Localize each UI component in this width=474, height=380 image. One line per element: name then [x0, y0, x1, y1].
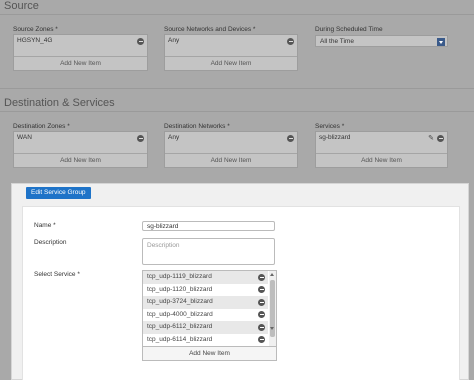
scroll-up-arrow-icon[interactable]	[270, 272, 275, 277]
service-name: tcp_udp-4000_blizzard	[147, 310, 213, 318]
list-item[interactable]: tcp_udp-1120_blizzard	[143, 284, 268, 297]
edit-service-group-tab[interactable]: Edit Service Group	[26, 187, 91, 199]
service-group-form: Name * sg-blizzard Description Descripti…	[22, 206, 460, 380]
add-new-item-button[interactable]: Add New Item	[316, 153, 447, 167]
list-item[interactable]: tcp_udp-6112_blizzard	[143, 321, 268, 334]
section-divider	[0, 88, 474, 89]
pencil-icon[interactable]: ✎	[428, 134, 434, 142]
scrollbar[interactable]	[269, 271, 276, 346]
destination-section-title: Destination & Services	[4, 97, 115, 109]
services-list[interactable]: sg-blizzard ✎ Add New Item	[315, 131, 448, 168]
remove-icon[interactable]	[258, 286, 265, 293]
remove-icon[interactable]	[137, 135, 144, 142]
description-label: Description	[34, 239, 67, 246]
service-name: tcp_udp-1120_blizzard	[147, 285, 213, 293]
remove-icon[interactable]	[287, 38, 294, 45]
remove-icon[interactable]	[258, 336, 265, 343]
list-item: sg-blizzard	[319, 134, 351, 141]
remove-icon[interactable]	[258, 298, 265, 306]
schedule-label: During Scheduled Time	[315, 26, 383, 33]
service-name: tcp_udp-6114_blizzard	[147, 335, 213, 343]
remove-icon[interactable]	[287, 135, 294, 142]
add-new-item-button[interactable]: Add New Item	[143, 346, 276, 360]
remove-icon[interactable]	[258, 311, 265, 318]
services-label: Services *	[315, 123, 345, 130]
source-networks-list[interactable]: Any Add New Item	[164, 34, 298, 71]
select-service-label: Select Service *	[34, 271, 80, 278]
remove-icon[interactable]	[437, 135, 444, 142]
schedule-value: All the Time	[320, 38, 354, 45]
list-item: Any	[168, 134, 180, 141]
list-item: HGSYN_4G	[17, 37, 53, 44]
list-item[interactable]: tcp_udp-6114_blizzard	[143, 334, 268, 347]
source-networks-label: Source Networks and Devices *	[164, 26, 256, 33]
section-divider	[0, 111, 474, 112]
remove-icon[interactable]	[258, 273, 265, 281]
add-new-item-button[interactable]: Add New Item	[14, 153, 147, 167]
remove-icon[interactable]	[258, 323, 265, 331]
section-divider	[0, 14, 474, 15]
remove-icon[interactable]	[137, 38, 144, 45]
description-input[interactable]: Description	[142, 238, 275, 265]
add-new-item-button[interactable]: Add New Item	[165, 56, 297, 70]
add-new-item-button[interactable]: Add New Item	[165, 153, 297, 167]
edit-service-group-dialog: Edit Service Group Name * sg-blizzard De…	[11, 183, 469, 380]
source-zones-label: Source Zones *	[13, 26, 58, 33]
list-item: Any	[168, 37, 180, 44]
add-new-item-button[interactable]: Add New Item	[14, 56, 147, 70]
list-item[interactable]: tcp_udp-4000_blizzard	[143, 309, 268, 322]
service-name: tcp_udp-3724_blizzard	[147, 298, 213, 305]
destination-zones-list[interactable]: WAN Add New Item	[13, 131, 148, 168]
destination-networks-list[interactable]: Any Add New Item	[164, 131, 298, 168]
name-label: Name *	[34, 222, 56, 229]
destination-zones-label: Destination Zones *	[13, 123, 70, 130]
name-input[interactable]: sg-blizzard	[142, 221, 275, 231]
list-item: WAN	[17, 134, 32, 141]
list-item[interactable]: tcp_udp-1119_blizzard	[143, 271, 268, 284]
source-zones-list[interactable]: HGSYN_4G Add New Item	[13, 34, 148, 71]
source-section-title: Source	[4, 0, 39, 12]
list-item[interactable]: tcp_udp-3724_blizzard	[143, 296, 268, 309]
destination-networks-label: Destination Networks *	[164, 123, 230, 130]
schedule-select[interactable]: All the Time	[315, 35, 448, 47]
chevron-down-icon	[437, 38, 445, 46]
scroll-down-arrow-icon[interactable]	[270, 326, 275, 331]
service-name: tcp_udp-6112_blizzard	[147, 323, 213, 330]
service-name: tcp_udp-1119_blizzard	[147, 273, 212, 280]
select-service-list[interactable]: tcp_udp-1119_blizzard tcp_udp-1120_blizz…	[142, 270, 277, 361]
